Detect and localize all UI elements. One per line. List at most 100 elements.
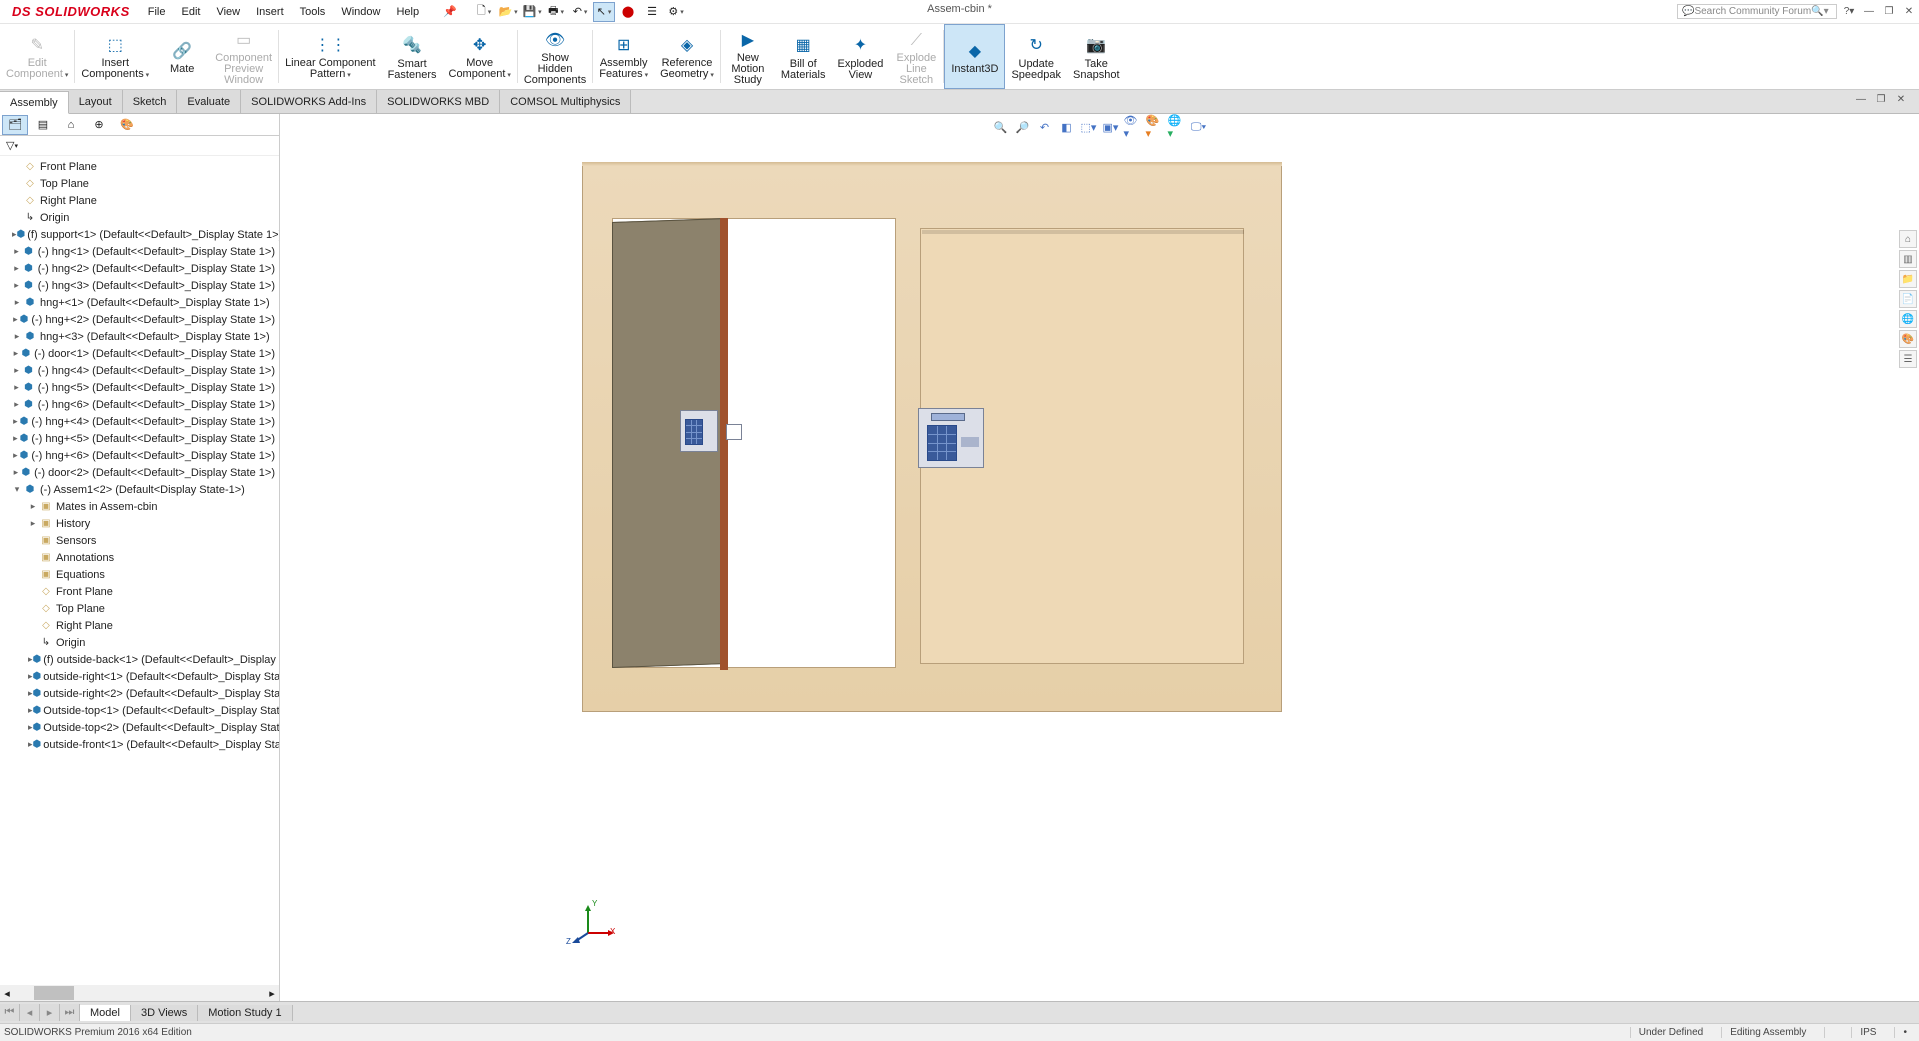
property-manager-tab-icon[interactable]: ▤: [30, 115, 56, 135]
menu-tools[interactable]: Tools: [292, 4, 334, 20]
tree-node[interactable]: ▸⬢(-) hng<2> (Default<<Default>_Display …: [4, 260, 275, 277]
edit-appearance-icon[interactable]: 🎨▾: [1146, 118, 1164, 136]
expand-toggle[interactable]: ▸: [12, 416, 19, 427]
tree-node[interactable]: ▣Sensors: [4, 532, 275, 549]
doc-close-icon[interactable]: ✕: [1893, 92, 1909, 106]
taskpane-properties-icon[interactable]: ☰: [1899, 350, 1917, 368]
save-icon[interactable]: 💾: [521, 2, 543, 22]
expand-toggle[interactable]: ▸: [12, 314, 19, 325]
tree-node[interactable]: ▸⬢hng+<1> (Default<<Default>_Display Sta…: [4, 294, 275, 311]
menu-help[interactable]: Help: [388, 4, 427, 20]
bom-button[interactable]: ▦Bill ofMaterials: [775, 24, 832, 89]
move-component-button[interactable]: ✥MoveComponent: [443, 24, 517, 89]
tree-node[interactable]: ▸⬢Outside-top<1> (Default<<Default>_Disp…: [4, 702, 275, 719]
tree-node[interactable]: ▸⬢hng+<3> (Default<<Default>_Display Sta…: [4, 328, 275, 345]
tree-node[interactable]: ▸⬢(-) hng<5> (Default<<Default>_Display …: [4, 379, 275, 396]
graphics-viewport[interactable]: 🔍 🔎 ↶ ◧ ⬚▾ ▣▾ 👁▾ 🎨▾ 🌐▾ 🖵▾: [280, 114, 1919, 1001]
tree-node[interactable]: ▸⬢Outside-top<2> (Default<<Default>_Disp…: [4, 719, 275, 736]
doc-maximize-icon[interactable]: ❐: [1873, 92, 1889, 106]
hide-show-icon[interactable]: 👁▾: [1124, 118, 1142, 136]
bottom-tab-motion-study-1[interactable]: Motion Study 1: [198, 1005, 292, 1021]
tree-node[interactable]: ↳Origin: [4, 634, 275, 651]
tree-node[interactable]: ▾⬢(-) Assem1<2> (Default<Display State-1…: [4, 481, 275, 498]
tab-assembly[interactable]: Assembly: [0, 91, 69, 114]
tree-node[interactable]: ▸⬢(-) hng+<2> (Default<<Default>_Display…: [4, 311, 275, 328]
tab-nav-last[interactable]: ⏭: [60, 1004, 80, 1021]
update-speedpak-button[interactable]: ↻UpdateSpeedpak: [1005, 24, 1067, 89]
tree-node[interactable]: ◇Right Plane: [4, 617, 275, 634]
menu-window[interactable]: Window: [333, 4, 388, 20]
tree-node[interactable]: ▸⬢(-) hng+<4> (Default<<Default>_Display…: [4, 413, 275, 430]
tree-node[interactable]: ▣Annotations: [4, 549, 275, 566]
take-snapshot-button[interactable]: 📷TakeSnapshot: [1067, 24, 1125, 89]
tree-node[interactable]: ▸⬢(-) door<1> (Default<<Default>_Display…: [4, 345, 275, 362]
tree-node[interactable]: ▸⬢(-) hng<6> (Default<<Default>_Display …: [4, 396, 275, 413]
undo-icon[interactable]: ↶: [569, 2, 591, 22]
tree-node[interactable]: ◇Front Plane: [4, 583, 275, 600]
tree-node[interactable]: ▸⬢(-) hng<1> (Default<<Default>_Display …: [4, 243, 275, 260]
expand-toggle[interactable]: ▸: [12, 382, 21, 393]
maximize-icon[interactable]: ❐: [1881, 5, 1897, 19]
taskpane-home-icon[interactable]: ⌂: [1899, 230, 1917, 248]
expand-toggle[interactable]: ▸: [12, 365, 21, 376]
linear-pattern-button[interactable]: ⋮⋮Linear ComponentPattern: [279, 24, 382, 89]
expand-toggle[interactable]: ▸: [12, 297, 22, 308]
doc-minimize-icon[interactable]: —: [1853, 92, 1869, 106]
smart-fasteners-button[interactable]: 🔩SmartFasteners: [382, 24, 443, 89]
expand-toggle[interactable]: ▸: [12, 263, 21, 274]
tree-node[interactable]: ▸⬢(-) hng+<6> (Default<<Default>_Display…: [4, 447, 275, 464]
expand-toggle[interactable]: ▸: [28, 518, 38, 529]
menu-edit[interactable]: Edit: [173, 4, 208, 20]
tree-node[interactable]: ▸⬢outside-front<1> (Default<<Default>_Di…: [4, 736, 275, 753]
taskpane-explorer-icon[interactable]: 📄: [1899, 290, 1917, 308]
tree-node[interactable]: ◇Front Plane: [4, 158, 275, 175]
expand-toggle[interactable]: ▸: [12, 467, 20, 478]
tree-node[interactable]: ↳Origin: [4, 209, 275, 226]
mate-button[interactable]: 🔗Mate: [155, 24, 209, 89]
options-icon[interactable]: ☰: [641, 2, 663, 22]
insert-components-button[interactable]: ⬚InsertComponents: [75, 24, 155, 89]
taskpane-library-icon[interactable]: 📁: [1899, 270, 1917, 288]
bottom-tab-3d-views[interactable]: 3D Views: [131, 1005, 198, 1021]
exploded-view-button[interactable]: ✦ExplodedView: [832, 24, 890, 89]
help-icon[interactable]: ?▾: [1841, 5, 1857, 19]
bottom-tab-model[interactable]: Model: [80, 1005, 131, 1021]
tab-comsol-multiphysics[interactable]: COMSOL Multiphysics: [500, 90, 631, 113]
tree-filter[interactable]: ▽▾: [0, 136, 279, 156]
configuration-manager-tab-icon[interactable]: ⌂: [58, 115, 84, 135]
display-style-icon[interactable]: ▣▾: [1102, 118, 1120, 136]
tree-node[interactable]: ▸⬢(-) hng+<5> (Default<<Default>_Display…: [4, 430, 275, 447]
expand-toggle[interactable]: ▸: [12, 399, 21, 410]
tree-node[interactable]: ▸⬢outside-right<2> (Default<<Default>_Di…: [4, 685, 275, 702]
expand-toggle[interactable]: ▸: [28, 501, 38, 512]
tree-node[interactable]: ▸⬢outside-right<1> (Default<<Default>_Di…: [4, 668, 275, 685]
display-manager-tab-icon[interactable]: 🎨: [114, 115, 140, 135]
close-icon[interactable]: ✕: [1901, 5, 1917, 19]
tree-node[interactable]: ▸▣Mates in Assem-cbin: [4, 498, 275, 515]
taskpane-resources-icon[interactable]: ▥: [1899, 250, 1917, 268]
tree-node[interactable]: ▸⬢(f) outside-back<1> (Default<<Default>…: [4, 651, 275, 668]
search-input[interactable]: 💬 Search Community Forum 🔍▾: [1677, 4, 1837, 19]
expand-toggle[interactable]: ▾: [12, 484, 22, 495]
tree-node[interactable]: ▸⬢(-) hng<4> (Default<<Default>_Display …: [4, 362, 275, 379]
section-view-icon[interactable]: ◧: [1058, 118, 1076, 136]
reference-geometry-button[interactable]: ◈ReferenceGeometry: [654, 24, 720, 89]
tab-solidworks-add-ins[interactable]: SOLIDWORKS Add-Ins: [241, 90, 377, 113]
new-doc-icon[interactable]: 🗋: [473, 2, 495, 22]
tree-hscroll[interactable]: ◂ ▸: [0, 985, 279, 1001]
show-hidden-button[interactable]: 👁ShowHiddenComponents: [518, 24, 592, 89]
rebuild-icon[interactable]: ⬤: [617, 2, 639, 22]
tab-nav-first[interactable]: ⏮: [0, 1004, 20, 1021]
tab-nav-prev[interactable]: ◂: [20, 1004, 40, 1021]
tab-nav-next[interactable]: ▸: [40, 1004, 60, 1021]
minimize-icon[interactable]: —: [1861, 5, 1877, 19]
taskpane-view-palette-icon[interactable]: 🌐: [1899, 310, 1917, 328]
tree-node[interactable]: ◇Top Plane: [4, 600, 275, 617]
print-icon[interactable]: 🖶: [545, 2, 567, 22]
assembly-features-button[interactable]: ⊞AssemblyFeatures: [593, 24, 654, 89]
menu-file[interactable]: File: [140, 4, 174, 20]
tree-node[interactable]: ▸▣History: [4, 515, 275, 532]
tree-node[interactable]: ◇Top Plane: [4, 175, 275, 192]
expand-toggle[interactable]: ▸: [12, 348, 20, 359]
settings-icon[interactable]: ⚙: [665, 2, 687, 22]
